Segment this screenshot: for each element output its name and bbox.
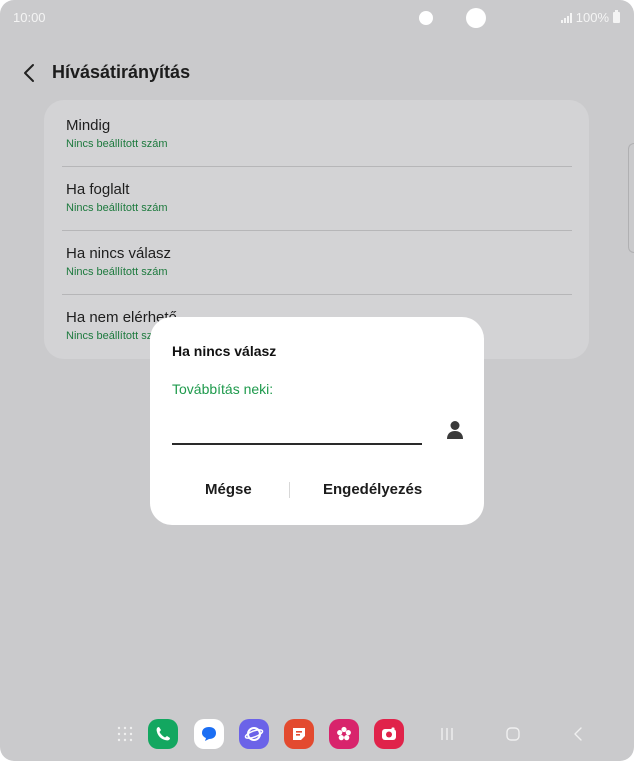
enable-button[interactable]: Engedélyezés xyxy=(323,481,422,498)
front-camera-dot xyxy=(419,11,433,25)
battery-percent: 100% xyxy=(575,10,609,25)
list-item-always[interactable]: Mindig Nincs beállított szám xyxy=(66,100,572,164)
messages-icon xyxy=(202,727,216,741)
home-icon xyxy=(506,727,520,741)
status-time: 10:00 xyxy=(13,10,46,25)
recents-button[interactable] xyxy=(434,721,460,747)
edge-panel-handle[interactable] xyxy=(628,143,634,253)
forward-dialog: Ha nincs válasz Továbbítás neki: Mégse E… xyxy=(150,317,484,525)
battery-icon xyxy=(613,10,620,23)
forward-number-input[interactable] xyxy=(172,417,422,445)
app-header: Hívásátirányítás xyxy=(0,55,634,91)
dialog-title: Ha nincs válasz xyxy=(172,343,277,359)
screen: 10:00 100% Hívásátirányítás Mindig Nincs… xyxy=(0,0,634,761)
internet-icon xyxy=(244,727,264,741)
list-item-status: Nincs beállított szám xyxy=(66,138,168,150)
messages-app[interactable] xyxy=(194,719,224,749)
front-camera-lens xyxy=(466,8,486,28)
gallery-app[interactable] xyxy=(329,719,359,749)
person-icon xyxy=(447,421,463,439)
taskbar xyxy=(0,711,634,761)
apps-grid-icon xyxy=(117,726,133,742)
gallery-icon xyxy=(337,726,351,741)
notes-icon xyxy=(293,728,305,740)
phone-icon xyxy=(156,727,170,741)
status-right: 100% xyxy=(560,10,620,25)
button-separator xyxy=(289,482,290,498)
notes-app[interactable] xyxy=(284,719,314,749)
dialog-actions: Mégse Engedélyezés xyxy=(150,477,484,503)
phone-app[interactable] xyxy=(148,719,178,749)
apps-grid-button[interactable] xyxy=(110,719,140,749)
forward-to-label: Továbbítás neki: xyxy=(172,381,274,397)
internet-app[interactable] xyxy=(239,719,269,749)
camera-icon xyxy=(382,727,396,740)
back-icon xyxy=(574,727,582,741)
home-button[interactable] xyxy=(500,721,526,747)
recents-icon xyxy=(441,728,453,740)
page-title: Hívásátirányítás xyxy=(52,62,191,82)
list-item-status: Nincs beállított szám xyxy=(66,266,168,278)
list-item-status: Nincs beállított szám xyxy=(66,202,168,214)
list-item-busy[interactable]: Ha foglalt Nincs beállított szám xyxy=(66,164,572,228)
back-button[interactable] xyxy=(16,59,44,87)
cancel-button[interactable]: Mégse xyxy=(205,481,252,498)
status-bar: 10:00 100% xyxy=(0,0,634,36)
list-item-no-answer[interactable]: Ha nincs válasz Nincs beállított szám xyxy=(66,228,572,292)
chevron-left-icon xyxy=(24,64,34,82)
list-item-title: Ha foglalt xyxy=(66,181,130,198)
signal-icon xyxy=(560,12,572,23)
contact-picker-button[interactable] xyxy=(442,417,468,443)
nav-back-button[interactable] xyxy=(566,721,592,747)
list-item-title: Mindig xyxy=(66,117,111,134)
list-item-title: Ha nincs válasz xyxy=(66,245,172,262)
camera-app[interactable] xyxy=(374,719,404,749)
